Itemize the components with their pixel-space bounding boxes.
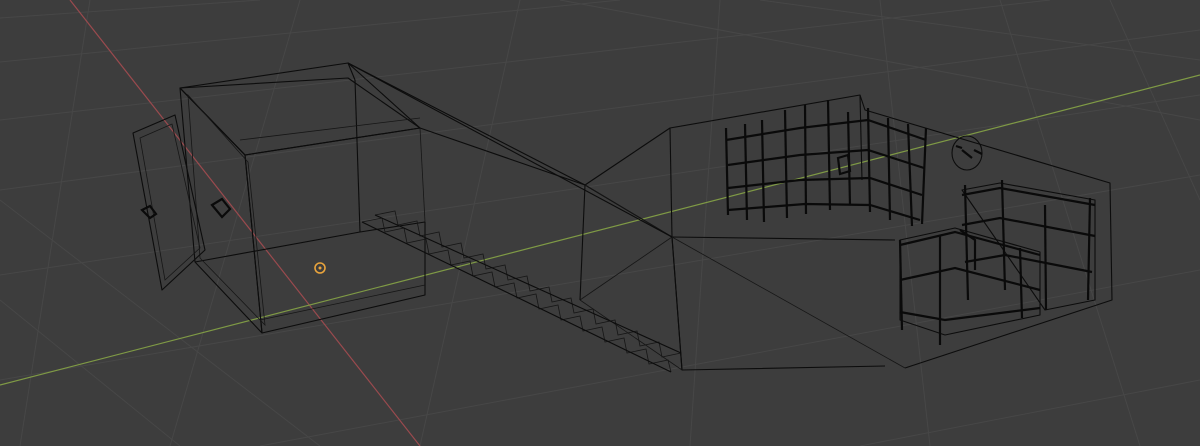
y-axis-line [0,74,1200,386]
staircase[interactable] [361,210,682,373]
corridor[interactable] [179,62,1113,371]
box-room[interactable] [179,77,426,334]
floor-grid [0,0,1200,446]
x-axis-line [69,0,421,446]
origin-icon[interactable] [314,262,326,274]
3d-viewport[interactable] [0,0,1200,446]
wall-clock[interactable] [951,135,983,171]
